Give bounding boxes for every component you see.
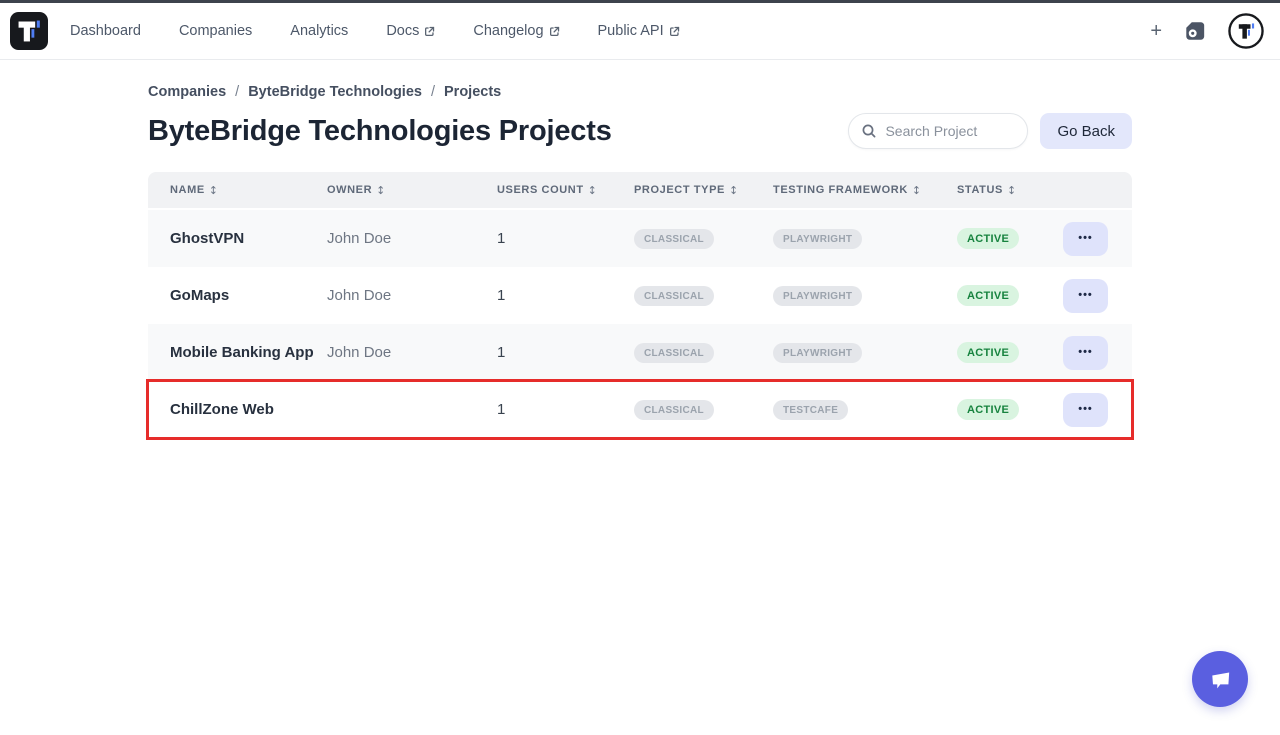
table-row[interactable]: GoMaps John Doe 1 CLASSICAL PLAYWRIGHT A… [148, 267, 1132, 324]
top-navbar: Dashboard Companies Analytics Docs Chang… [0, 3, 1280, 60]
logo-icon [10, 12, 48, 50]
testing-framework-badge: TESTCAFE [773, 400, 848, 420]
row-actions-button[interactable]: ••• [1063, 336, 1108, 370]
nav-item-label: Changelog [473, 23, 543, 39]
external-link-icon [424, 26, 435, 37]
column-header-project-type[interactable]: PROJECT TYPE ↕ [634, 184, 773, 197]
nav-item-docs[interactable]: Docs [386, 23, 435, 39]
nav-item-label: Companies [179, 23, 252, 39]
project-name: ChillZone Web [148, 401, 327, 418]
column-header-users-count[interactable]: USERS COUNT ↕ [497, 184, 634, 197]
page-title: ByteBridge Technologies Projects [148, 115, 612, 148]
column-header-name[interactable]: NAME ↕ [148, 184, 327, 197]
column-header-testing-framework[interactable]: TESTING FRAMEWORK ↕ [773, 184, 957, 197]
breadcrumb-projects[interactable]: Projects [444, 84, 501, 100]
nav-item-label: Analytics [290, 23, 348, 39]
app-logo[interactable] [10, 12, 48, 50]
sort-icon: ↕ [912, 184, 922, 197]
breadcrumb-companies[interactable]: Companies [148, 84, 226, 100]
chat-widget-button[interactable] [1192, 651, 1248, 707]
column-header-label: OWNER [327, 184, 372, 196]
sort-icon: ↕ [588, 184, 598, 197]
projects-table: NAME ↕ OWNER ↕ USERS COUNT ↕ PROJECT TYP… [148, 172, 1132, 438]
column-header-label: NAME [170, 184, 205, 196]
chat-bubble-icon [1207, 666, 1234, 693]
table-row[interactable]: GhostVPN John Doe 1 CLASSICAL PLAYWRIGHT… [148, 210, 1132, 267]
go-back-button[interactable]: Go Back [1040, 113, 1132, 149]
column-header-label: USERS COUNT [497, 184, 584, 196]
testing-framework-badge: PLAYWRIGHT [773, 286, 862, 306]
add-icon[interactable]: + [1150, 21, 1162, 41]
sort-icon: ↕ [209, 184, 219, 197]
breadcrumb-company-name[interactable]: ByteBridge Technologies [248, 84, 422, 100]
external-link-icon [549, 26, 560, 37]
external-link-icon [669, 26, 680, 37]
search-input[interactable] [885, 123, 1005, 139]
breadcrumb: Companies / ByteBridge Technologies / Pr… [148, 84, 1132, 100]
project-owner: John Doe [327, 287, 497, 304]
status-badge: ACTIVE [957, 285, 1019, 306]
sort-icon: ↕ [729, 184, 739, 197]
ellipsis-icon: ••• [1078, 232, 1093, 244]
ellipsis-icon: ••• [1078, 289, 1093, 301]
users-count: 1 [497, 344, 634, 361]
table-row[interactable]: Mobile Banking App John Doe 1 CLASSICAL … [148, 324, 1132, 381]
project-name: GoMaps [148, 287, 327, 304]
row-actions-button[interactable]: ••• [1063, 393, 1108, 427]
nav-item-public-api[interactable]: Public API [598, 23, 680, 39]
avatar-logo-icon [1228, 13, 1264, 49]
main-nav: Dashboard Companies Analytics Docs Chang… [70, 23, 680, 39]
column-header-label: PROJECT TYPE [634, 184, 725, 196]
breadcrumb-separator: / [235, 84, 239, 100]
column-header-label: STATUS [957, 184, 1003, 196]
project-type-badge: CLASSICAL [634, 400, 714, 420]
nav-item-label: Docs [386, 23, 419, 39]
navbar-right: + [1150, 13, 1264, 49]
row-actions-button[interactable]: ••• [1063, 279, 1108, 313]
column-header-label: TESTING FRAMEWORK [773, 184, 908, 196]
sort-icon: ↕ [376, 184, 386, 197]
project-type-badge: CLASSICAL [634, 286, 714, 306]
project-owner: John Doe [327, 230, 497, 247]
project-type-badge: CLASSICAL [634, 343, 714, 363]
project-name: Mobile Banking App [148, 344, 327, 361]
ellipsis-icon: ••• [1078, 346, 1093, 358]
nav-item-companies[interactable]: Companies [179, 23, 252, 39]
nav-item-dashboard[interactable]: Dashboard [70, 23, 141, 39]
breadcrumb-separator: / [431, 84, 435, 100]
search-icon [861, 123, 877, 139]
nav-item-label: Dashboard [70, 23, 141, 39]
user-avatar[interactable] [1228, 13, 1264, 49]
status-badge: ACTIVE [957, 399, 1019, 420]
status-badge: ACTIVE [957, 342, 1019, 363]
page-content: Companies / ByteBridge Technologies / Pr… [148, 84, 1132, 438]
users-count: 1 [497, 230, 634, 247]
sort-icon: ↕ [1007, 184, 1017, 197]
title-row: ByteBridge Technologies Projects Go Back [148, 113, 1132, 149]
column-header-status[interactable]: STATUS ↕ [957, 184, 1063, 197]
table-row-highlighted annotation-highlight-box[interactable]: ChillZone Web 1 CLASSICAL TESTCAFE ACTIV… [148, 381, 1132, 438]
users-count: 1 [497, 287, 634, 304]
testing-framework-badge: PLAYWRIGHT [773, 229, 862, 249]
ellipsis-icon: ••• [1078, 403, 1093, 415]
users-count: 1 [497, 401, 634, 418]
project-owner: John Doe [327, 344, 497, 361]
title-controls: Go Back [848, 113, 1132, 149]
nav-item-analytics[interactable]: Analytics [290, 23, 348, 39]
project-name: GhostVPN [148, 230, 327, 247]
table-header-row: NAME ↕ OWNER ↕ USERS COUNT ↕ PROJECT TYP… [148, 172, 1132, 210]
project-type-badge: CLASSICAL [634, 229, 714, 249]
column-header-owner[interactable]: OWNER ↕ [327, 184, 497, 197]
roadmap-search-icon[interactable] [1184, 20, 1206, 42]
status-badge: ACTIVE [957, 228, 1019, 249]
search-box[interactable] [848, 113, 1028, 149]
row-actions-button[interactable]: ••• [1063, 222, 1108, 256]
nav-item-changelog[interactable]: Changelog [473, 23, 559, 39]
testing-framework-badge: PLAYWRIGHT [773, 343, 862, 363]
nav-item-label: Public API [598, 23, 664, 39]
